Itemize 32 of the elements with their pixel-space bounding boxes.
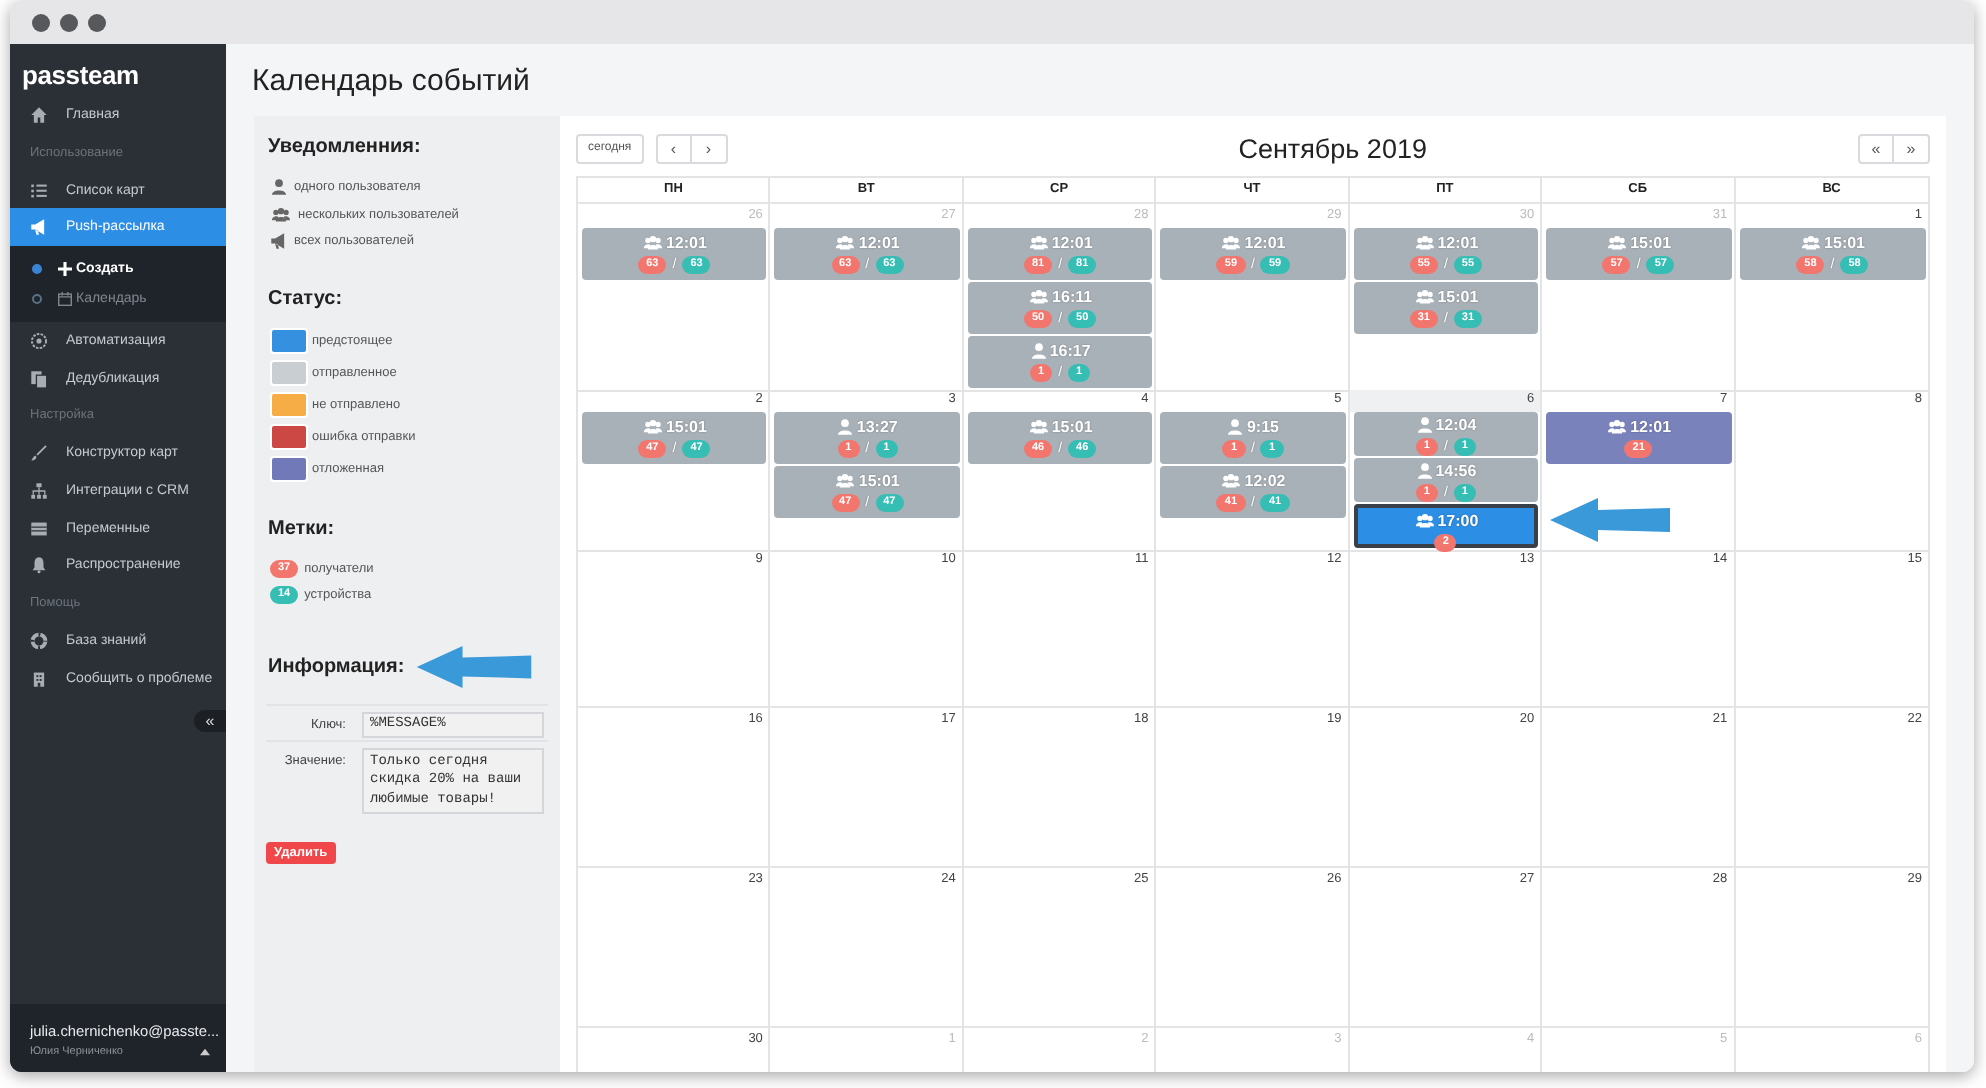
event-time: 16:17 bbox=[1049, 342, 1091, 360]
event-time: 15:01 bbox=[858, 472, 900, 490]
event-time: 12:01 bbox=[1244, 234, 1286, 252]
month-title: Сентябрь 2019 bbox=[1238, 133, 1427, 163]
next-month-button[interactable]: › bbox=[691, 133, 728, 163]
event-time: 14:56 bbox=[1435, 462, 1477, 480]
event-time: 12:04 bbox=[1435, 416, 1477, 434]
event-time: 9:15 bbox=[1246, 418, 1279, 436]
event-time: 13:27 bbox=[856, 418, 898, 436]
event-time: 12:01 bbox=[858, 234, 900, 252]
event-time: 12:02 bbox=[1244, 472, 1286, 490]
next-year-button[interactable]: » bbox=[1894, 133, 1930, 163]
event-time: 12:01 bbox=[1630, 418, 1672, 436]
prev-year-button[interactable]: « bbox=[1858, 133, 1894, 163]
section-heading: Информация: bbox=[268, 655, 405, 677]
collapse-button[interactable]: « bbox=[194, 709, 226, 732]
event-time: 15:01 bbox=[1051, 418, 1093, 436]
logo: passteam bbox=[20, 58, 141, 94]
event-time: 15:01 bbox=[665, 418, 707, 436]
event-time: 17:00 bbox=[1437, 512, 1479, 530]
event-time: 12:01 bbox=[1437, 234, 1479, 252]
event-time: 12:01 bbox=[665, 234, 707, 252]
event-time: 15:01 bbox=[1824, 234, 1866, 252]
prev-month-button[interactable]: ‹ bbox=[655, 133, 692, 163]
event-time: 12:01 bbox=[1051, 234, 1093, 252]
section-heading: Статус: bbox=[268, 287, 345, 309]
event-time: 16:11 bbox=[1052, 288, 1093, 306]
page-title: Календарь событий bbox=[250, 62, 532, 102]
event-time: 15:01 bbox=[1630, 234, 1672, 252]
section-heading: Метки: bbox=[268, 517, 337, 539]
section-heading: Уведомленния: bbox=[268, 136, 423, 158]
event-time: 15:01 bbox=[1437, 288, 1479, 306]
